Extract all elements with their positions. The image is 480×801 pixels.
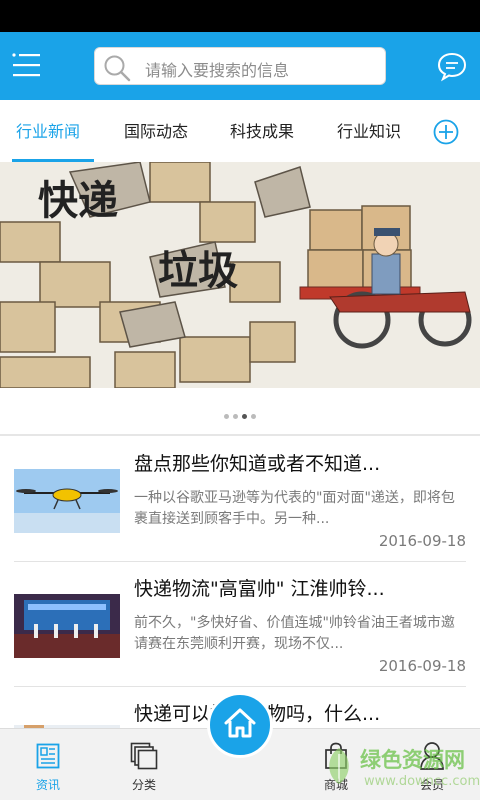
- tab-tech-results[interactable]: 科技成果: [230, 118, 294, 142]
- drone-image: [14, 469, 120, 533]
- banner-caption-line1: 快递: [38, 178, 118, 224]
- watermark-text: 绿色资源网: [360, 748, 465, 772]
- section-divider: [0, 434, 480, 436]
- category-icon: [130, 742, 158, 770]
- news-thumbnail: [14, 469, 120, 533]
- pager-dot[interactable]: [224, 414, 229, 419]
- status-bar: [0, 0, 480, 32]
- tab-international[interactable]: 国际动态: [124, 118, 188, 142]
- pager-dot[interactable]: [233, 414, 238, 419]
- menu-button[interactable]: [12, 50, 42, 80]
- nav-news[interactable]: 资讯: [8, 729, 88, 801]
- nav-news-label: 资讯: [35, 778, 60, 792]
- news-summary: 一种以谷歌亚马逊等为代表的"面对面"递送，即将包裹直接送到顾客手中。另一种...: [134, 490, 455, 527]
- news-item[interactable]: 盘点那些你知道或者不知道... 一种以谷歌亚马逊等为代表的"面对面"递送，即将包…: [0, 437, 480, 562]
- menu-icon: [12, 53, 40, 77]
- carousel-pager: [0, 404, 480, 419]
- banner-caption-line2: 垃圾: [158, 248, 238, 294]
- event-stage-image: [14, 594, 120, 658]
- search-icon: [104, 55, 131, 82]
- tab-industry-news[interactable]: 行业新闻: [16, 118, 80, 142]
- watermark: 绿色资源网 www.downcc.com: [322, 744, 480, 794]
- banner-illustration: 快递 垃圾: [0, 162, 480, 388]
- message-button[interactable]: [436, 50, 468, 82]
- news-title: 快递物流"高富帅" 江淮帅铃...: [134, 578, 385, 600]
- plus-circle-icon: [433, 119, 459, 145]
- news-title: 盘点那些你知道或者不知道...: [134, 453, 381, 475]
- news-date: 2016-09-18: [378, 657, 466, 675]
- search-placeholder: 请输入要搜索的信息: [145, 61, 290, 80]
- category-tabs: 行业新闻 国际动态 科技成果 行业知识: [0, 100, 480, 162]
- pager-dot[interactable]: [251, 414, 256, 419]
- news-item[interactable]: 快递物流"高富帅" 江淮帅铃... 前不久，"多快好省、价值连城"帅铃省油王者城…: [0, 562, 480, 687]
- news-thumbnail: [14, 719, 120, 728]
- pager-dot-active[interactable]: [242, 414, 247, 419]
- tab-industry-knowledge[interactable]: 行业知识: [337, 118, 401, 142]
- news-icon: [36, 743, 60, 769]
- nav-category-label: 分类: [131, 778, 156, 792]
- add-tab-button[interactable]: [433, 119, 459, 145]
- news-thumbnail: [14, 594, 120, 658]
- search-input[interactable]: 请输入要搜索的信息: [94, 47, 386, 85]
- nav-category[interactable]: 分类: [104, 729, 184, 801]
- news-summary: 前不久，"多快好省、价值连城"帅铃省油王者城市邀请赛在东莞顺利开赛，现场不仅..…: [134, 615, 455, 652]
- top-app-bar: 请输入要搜索的信息: [0, 32, 480, 100]
- chat-bubble-icon: [437, 52, 467, 82]
- home-button[interactable]: [207, 692, 273, 758]
- home-icon: [224, 708, 256, 738]
- news-date: 2016-09-18: [378, 532, 466, 550]
- leaf-logo-icon: [329, 748, 349, 784]
- watermark-url: www.downcc.com: [364, 774, 480, 789]
- banner-carousel[interactable]: 快递 垃圾: [0, 162, 480, 388]
